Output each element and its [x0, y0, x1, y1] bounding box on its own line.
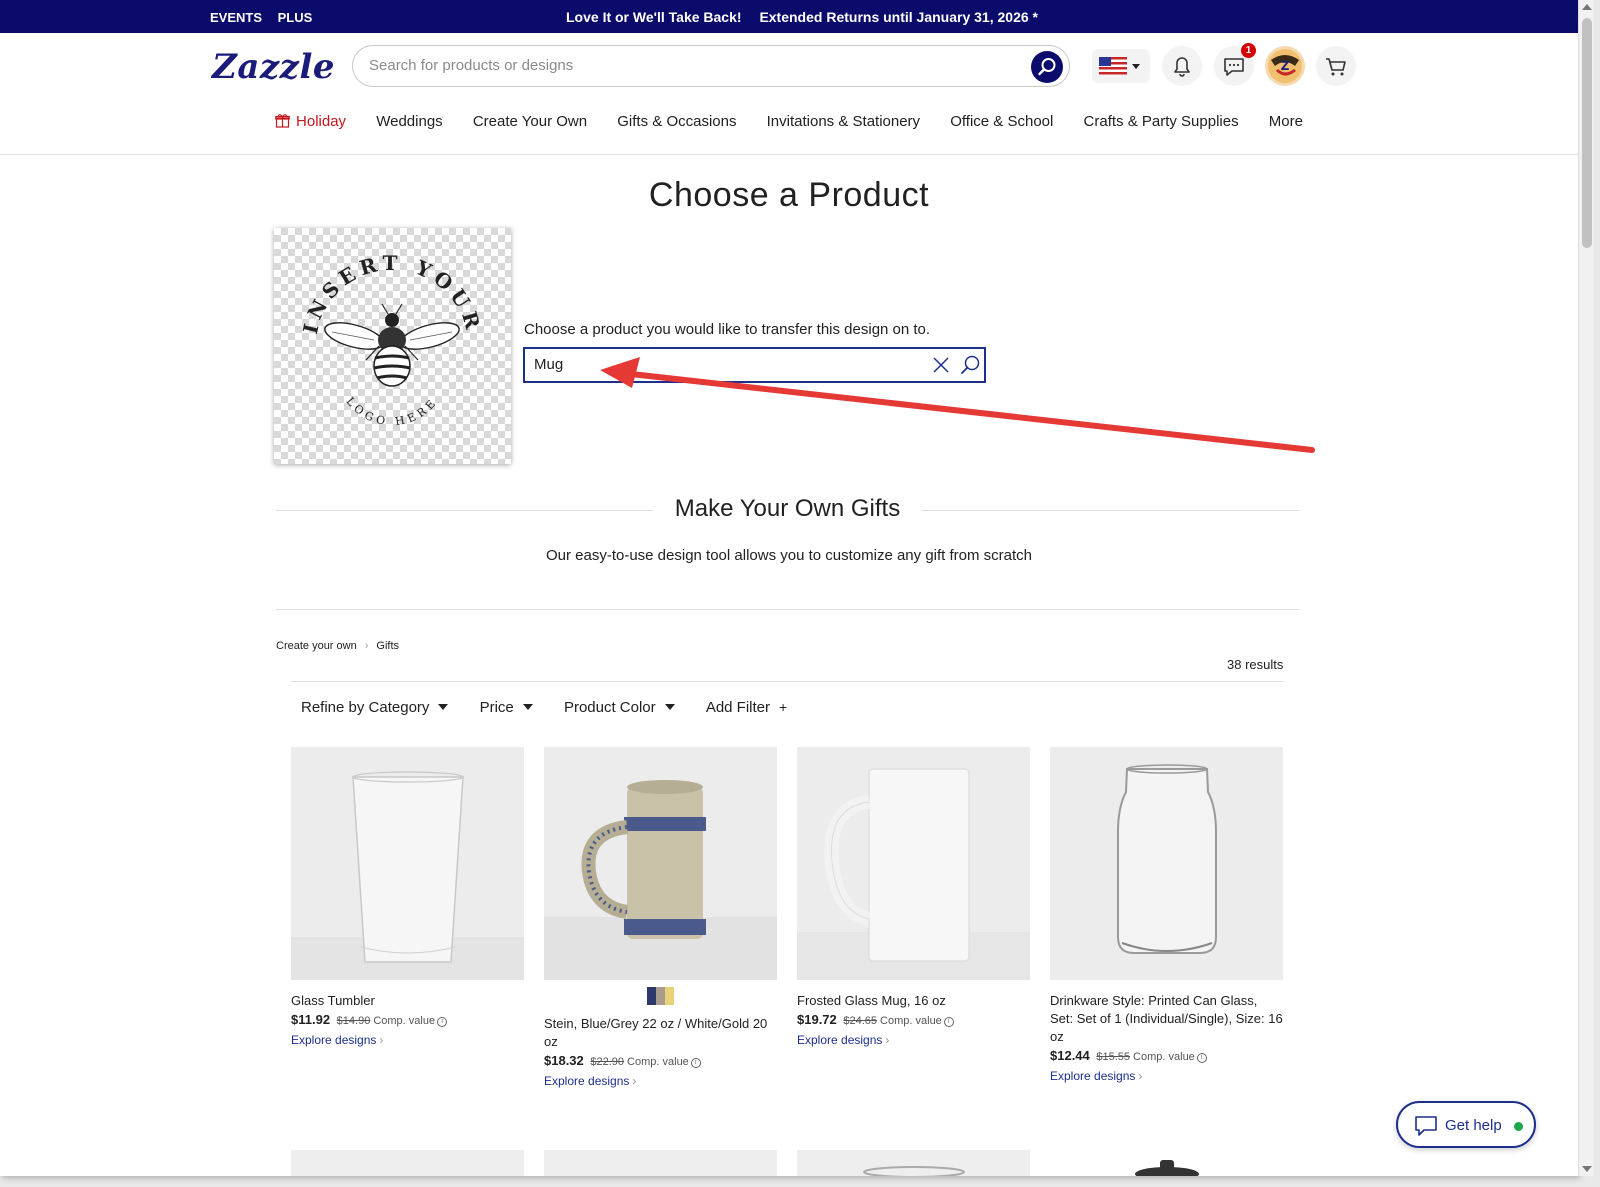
product-name[interactable]: Drinkware Style: Printed Can Glass, Set:…	[1050, 992, 1283, 1046]
filter-price-label: Price	[479, 699, 514, 716]
filter-product-color[interactable]: Product Color	[564, 699, 675, 716]
product-card[interactable]: Stein, Blue/Grey 22 oz / White/Gold 20 o…	[544, 747, 777, 1088]
product-image[interactable]	[797, 747, 1030, 980]
breadcrumb: Create your own › Gifts	[276, 640, 399, 652]
content-divider	[276, 609, 1299, 610]
product-image[interactable]	[291, 1150, 524, 1176]
section-title: Make Your Own Gifts	[276, 495, 1299, 523]
filter-divider	[291, 681, 1283, 682]
product-price: $18.32 $22.90 Comp. value i	[544, 1053, 777, 1068]
price-original: $22.90	[590, 1056, 625, 1068]
scrollbar[interactable]	[1578, 0, 1594, 1176]
explore-designs-link[interactable]: Explore designs ›	[797, 1033, 1030, 1047]
comp-value-label: Comp. value	[880, 1015, 942, 1027]
section-subtitle: Our easy-to-use design tool allows you t…	[545, 547, 1033, 564]
scrollbar-thumb[interactable]	[1582, 18, 1592, 248]
glass-rim-image	[863, 1166, 965, 1176]
scroll-down-icon[interactable]	[1582, 1166, 1592, 1172]
chevron-down-icon	[438, 704, 449, 710]
price-current: $12.44	[1050, 1048, 1090, 1063]
filter-bar: Refine by Category Price Product Color A…	[301, 699, 814, 716]
make-your-own-section: Make Your Own Gifts	[276, 495, 1299, 525]
color-swatch[interactable]	[656, 987, 665, 1005]
can-glass-image	[1050, 747, 1283, 980]
filter-category[interactable]: Refine by Category	[301, 699, 449, 716]
comp-value-label: Comp. value	[1133, 1051, 1195, 1063]
results-count: 38 results	[1227, 657, 1284, 672]
price-original: $15.55	[1096, 1051, 1131, 1063]
section-title-text: Make Your Own Gifts	[652, 495, 923, 522]
product-image[interactable]	[1050, 1150, 1283, 1176]
product-card[interactable]: Frosted Glass Mug, 16 oz $19.72 $24.65 Co…	[797, 747, 1030, 1047]
info-icon[interactable]: i	[1196, 1053, 1207, 1063]
chevron-right-icon: ›	[885, 1033, 890, 1047]
product-name[interactable]: Stein, Blue/Grey 22 oz / White/Gold 20 o…	[544, 1015, 777, 1051]
product-image[interactable]	[1050, 747, 1283, 980]
price-original: $24.65	[843, 1015, 878, 1027]
breadcrumb-gifts[interactable]: Gifts	[376, 640, 399, 652]
price-original: $14.90	[336, 1015, 371, 1027]
explore-designs-link[interactable]: Explore designs ›	[1050, 1069, 1283, 1083]
price-current: $11.92	[291, 1012, 331, 1027]
price-current: $18.32	[544, 1053, 584, 1068]
product-card[interactable]: Glass Tumbler $11.92 $14.90 Comp. value i …	[291, 747, 524, 1047]
product-image[interactable]	[544, 747, 777, 980]
chevron-right-icon: ›	[379, 1033, 384, 1047]
filter-add[interactable]: Add Filter +	[706, 699, 787, 716]
browser-page: EVENTS PLUS Love It or We'll Take Back! …	[0, 0, 1578, 1176]
product-name[interactable]: Frosted Glass Mug, 16 oz	[797, 992, 1030, 1010]
product-image[interactable]	[291, 747, 524, 980]
filter-color-label: Product Color	[563, 699, 656, 716]
get-help-label: Get help	[1445, 1117, 1502, 1134]
product-image[interactable]	[544, 1150, 777, 1176]
lid-image	[1135, 1160, 1199, 1176]
chevron-down-icon	[522, 704, 533, 710]
filter-price[interactable]: Price	[480, 699, 533, 716]
info-icon[interactable]: i	[437, 1017, 448, 1027]
explore-designs-link[interactable]: Explore designs ›	[544, 1074, 777, 1088]
chevron-right-icon: ›	[1138, 1069, 1143, 1083]
explore-designs-label: Explore designs	[797, 1033, 883, 1047]
chevron-right-icon: ›	[632, 1074, 637, 1088]
info-icon[interactable]: i	[943, 1017, 954, 1027]
explore-designs-link[interactable]: Explore designs ›	[291, 1033, 524, 1047]
color-swatches	[544, 987, 777, 1007]
product-price: $19.72 $24.65 Comp. value i	[797, 1012, 1030, 1027]
breadcrumb-create-your-own[interactable]: Create your own	[276, 640, 357, 652]
color-swatch[interactable]	[647, 987, 656, 1005]
explore-designs-label: Explore designs	[291, 1033, 377, 1047]
product-price: $12.44 $15.55 Comp. value i	[1050, 1048, 1283, 1063]
frosted-mug-image	[797, 747, 1030, 980]
stein-image	[544, 747, 777, 980]
scroll-up-icon[interactable]	[1582, 4, 1592, 10]
color-swatch[interactable]	[665, 987, 674, 1005]
plus-icon: +	[779, 699, 788, 715]
breadcrumb-separator: ›	[364, 640, 369, 652]
explore-designs-label: Explore designs	[1050, 1069, 1136, 1083]
comp-value-label: Comp. value	[373, 1015, 436, 1027]
filter-category-label: Refine by Category	[301, 699, 430, 716]
product-card[interactable]: Drinkware Style: Printed Can Glass, Set:…	[1050, 747, 1283, 1083]
chevron-down-icon	[664, 704, 675, 710]
chat-bubble-icon	[1415, 1116, 1437, 1136]
get-help-button[interactable]: Get help	[1396, 1101, 1536, 1148]
price-current: $19.72	[797, 1012, 837, 1027]
product-price: $11.92 $14.90 Comp. value i	[291, 1012, 524, 1027]
product-image[interactable]	[797, 1150, 1030, 1176]
glass-tumbler-image	[291, 747, 524, 980]
info-icon[interactable]: i	[690, 1058, 701, 1068]
product-name[interactable]: Glass Tumbler	[291, 992, 524, 1010]
annotation-arrow-icon	[600, 357, 1315, 453]
explore-designs-label: Explore designs	[544, 1074, 630, 1088]
online-status-dot	[1514, 1122, 1523, 1131]
comp-value-label: Comp. value	[627, 1056, 689, 1068]
filter-add-label: Add Filter	[705, 699, 771, 716]
